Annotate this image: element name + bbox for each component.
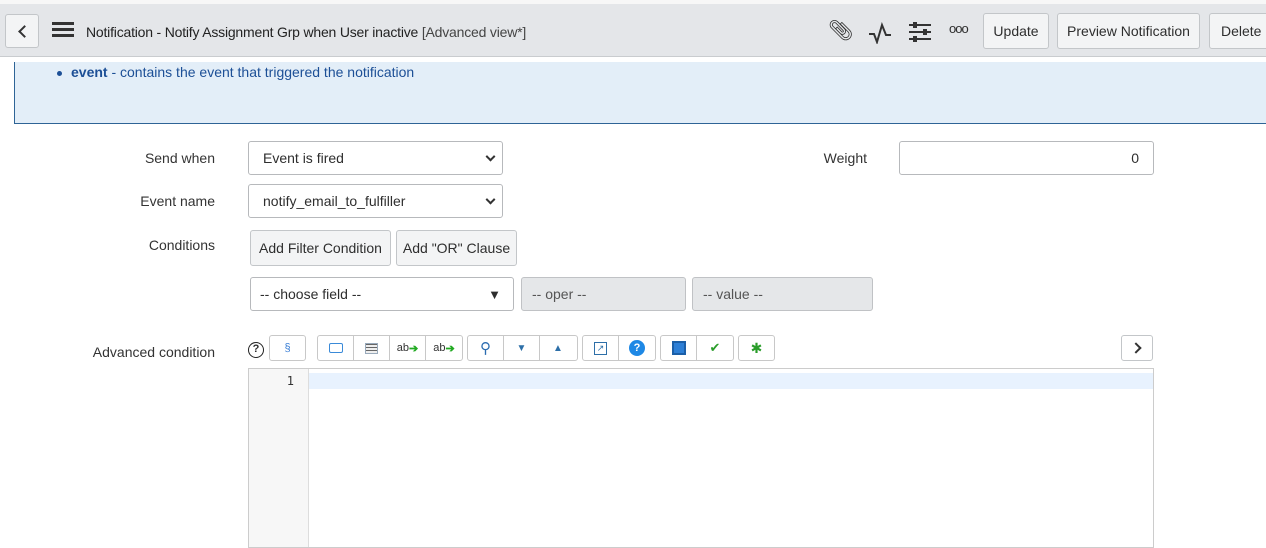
form-header: Notification - Notify Assignment Grp whe… (0, 0, 1266, 57)
delete-button[interactable]: Delete (1209, 13, 1266, 49)
update-button[interactable]: Update (983, 13, 1049, 49)
event-name-select[interactable]: notify_email_to_fulfiller (248, 184, 503, 218)
choose-field-select[interactable]: -- choose field -- ▼ (250, 277, 514, 311)
expand-button[interactable] (1121, 335, 1153, 361)
toolbar-group: ⚲ ▼ ▲ (467, 335, 578, 361)
send-when-select[interactable]: Event is fired (248, 141, 503, 175)
code-editor[interactable]: 1 (248, 368, 1154, 548)
toolbar-group: ↗ ? (582, 335, 656, 361)
page-title: Notification - Notify Assignment Grp whe… (86, 24, 526, 40)
toolbar-group: ✱ (738, 335, 775, 361)
chevron-up-icon[interactable]: ▲ (540, 336, 576, 360)
active-line (309, 373, 1153, 389)
replace-icon[interactable]: ab ➔ (390, 336, 426, 360)
value-select: -- value -- (692, 277, 873, 311)
chevron-down-icon (485, 194, 496, 205)
title-text: Notification - Notify Assignment Grp whe… (86, 24, 419, 40)
settings-sliders-icon[interactable] (909, 21, 931, 43)
chevron-left-icon (17, 24, 31, 38)
advanced-condition-label: Advanced condition (92, 344, 215, 360)
line-number: 1 (286, 374, 294, 388)
toolbar-group: § (269, 335, 306, 361)
toolbar-group: ✔ (660, 335, 734, 361)
event-name-label: Event name (140, 193, 215, 209)
format-icon[interactable] (354, 336, 390, 360)
event-name-value: notify_email_to_fulfiller (263, 193, 406, 209)
weight-input[interactable]: 0 (899, 141, 1154, 175)
format-code-icon[interactable]: § (270, 336, 305, 360)
conditions-label: Conditions (148, 237, 215, 253)
validate-icon[interactable]: ✔ (697, 336, 733, 360)
send-when-value: Event is fired (263, 150, 344, 166)
caret-down-icon: ▼ (488, 286, 501, 302)
view-label: [Advanced view*] (421, 24, 527, 40)
help-icon[interactable]: ? (248, 342, 264, 358)
menu-icon[interactable] (52, 22, 74, 37)
more-options-icon[interactable]: ooo (949, 21, 969, 36)
fullscreen-icon[interactable]: ↗ (583, 336, 619, 360)
chevron-down-icon (485, 151, 496, 162)
chevron-down-icon[interactable]: ▼ (504, 336, 540, 360)
save-icon[interactable] (661, 336, 697, 360)
activity-icon[interactable] (868, 22, 892, 44)
line-gutter: 1 (249, 369, 309, 547)
info-term: event (71, 64, 108, 80)
comment-icon[interactable] (318, 336, 354, 360)
back-button[interactable] (5, 14, 39, 48)
info-text: event - contains the event that triggere… (71, 64, 414, 80)
info-box: event - contains the event that triggere… (14, 62, 1266, 124)
send-when-label: Send when (144, 150, 215, 166)
replace-all-icon[interactable]: ab ➔ (426, 336, 462, 360)
paperclip-icon[interactable]: 📎︎ (828, 18, 853, 43)
search-icon[interactable]: ⚲ (468, 336, 504, 360)
oper-select: -- oper -- (521, 277, 686, 311)
weight-label: Weight (823, 150, 867, 166)
add-or-clause-button[interactable]: Add "OR" Clause (396, 230, 517, 266)
add-filter-condition-button[interactable]: Add Filter Condition (250, 230, 391, 266)
bullet (57, 71, 62, 76)
debug-icon[interactable]: ✱ (739, 336, 774, 360)
preview-notification-button[interactable]: Preview Notification (1057, 13, 1200, 49)
chevron-right-icon (1129, 342, 1142, 354)
choose-field-value: -- choose field -- (260, 286, 362, 302)
toolbar-group: ab ➔ ab ➔ (317, 335, 463, 361)
help-circle-icon[interactable]: ? (619, 336, 655, 360)
info-desc: - contains the event that triggered the … (107, 64, 415, 80)
